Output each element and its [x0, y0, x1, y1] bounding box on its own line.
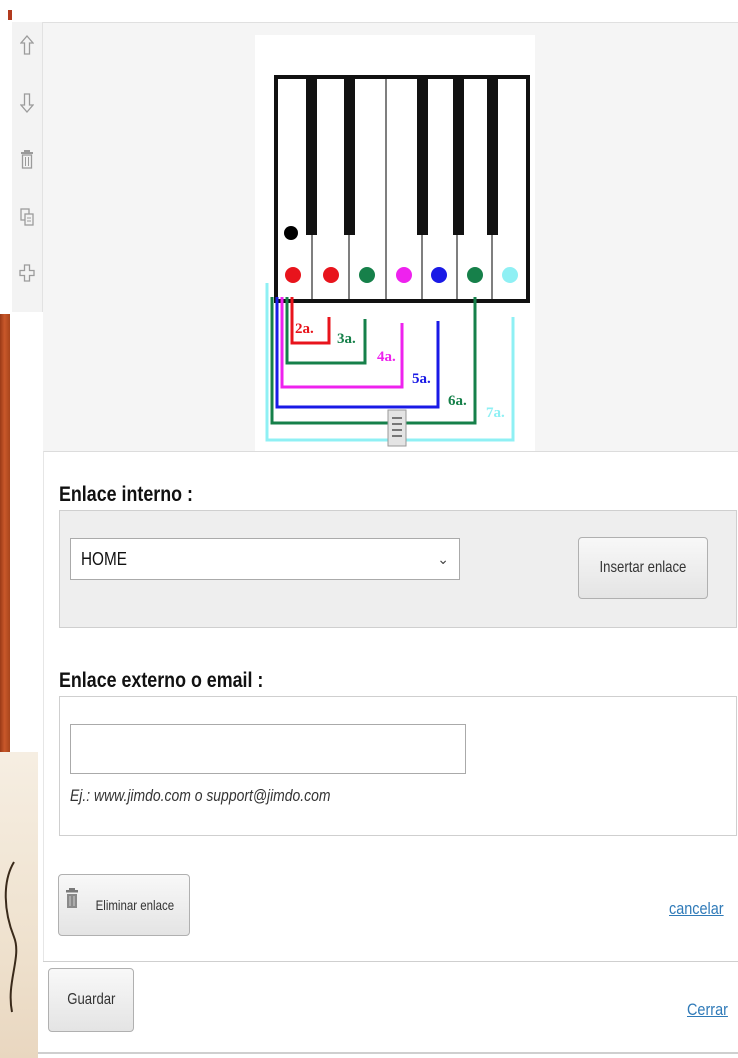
note-dot-red — [323, 267, 339, 283]
note-dot-black — [284, 226, 298, 240]
label-2a: 2a. — [295, 321, 314, 337]
external-link-title: Enlace externo o email : — [59, 669, 264, 692]
plus-icon[interactable] — [18, 262, 36, 284]
note-dot-blue — [431, 267, 447, 283]
label-5a: 5a. — [412, 371, 431, 387]
label-7a: 7a. — [486, 405, 505, 421]
save-button[interactable]: Guardar — [48, 968, 134, 1032]
arrow-up-icon[interactable] — [18, 34, 36, 56]
footer-bar — [43, 962, 738, 1058]
external-link-hint: Ej.: www.jimdo.com o support@jimdo.com — [70, 786, 331, 805]
page-edge-accent — [8, 10, 12, 20]
internal-page-select-value: HOME — [81, 549, 127, 569]
insert-link-button[interactable]: Insertar enlace — [578, 537, 708, 599]
note-dot-cyan — [502, 267, 518, 283]
cancel-link[interactable]: cancelar — [669, 899, 724, 919]
element-toolbar — [12, 22, 43, 312]
note-dot-green — [467, 267, 483, 283]
label-4a: 4a. — [377, 349, 396, 365]
note-dot-magenta — [396, 267, 412, 283]
background-page-corner — [0, 752, 38, 1058]
internal-page-select[interactable]: HOME ⌄ — [70, 538, 460, 580]
trash-icon — [65, 875, 79, 935]
resize-handle-icon[interactable] — [387, 406, 407, 448]
note-dot-red — [285, 267, 301, 283]
external-link-input[interactable] — [70, 724, 466, 774]
remove-link-button[interactable]: Eliminar enlace — [58, 874, 190, 936]
arrow-down-icon[interactable] — [18, 92, 36, 114]
page-edge-top — [0, 0, 12, 314]
internal-link-title: Enlace interno : — [59, 483, 193, 506]
label-6a: 6a. — [448, 393, 467, 409]
chevron-down-icon: ⌄ — [437, 551, 449, 567]
note-dot-green — [359, 267, 375, 283]
copy-icon[interactable] — [18, 206, 36, 228]
label-3a: 3a. — [337, 331, 356, 347]
piano-interval-image[interactable]: 2a. 3a. 4a. 5a. 6a. 7a. — [255, 35, 535, 453]
bottom-divider — [38, 1052, 738, 1054]
trash-icon[interactable] — [18, 148, 36, 170]
close-link[interactable]: Cerrar — [687, 1000, 728, 1020]
